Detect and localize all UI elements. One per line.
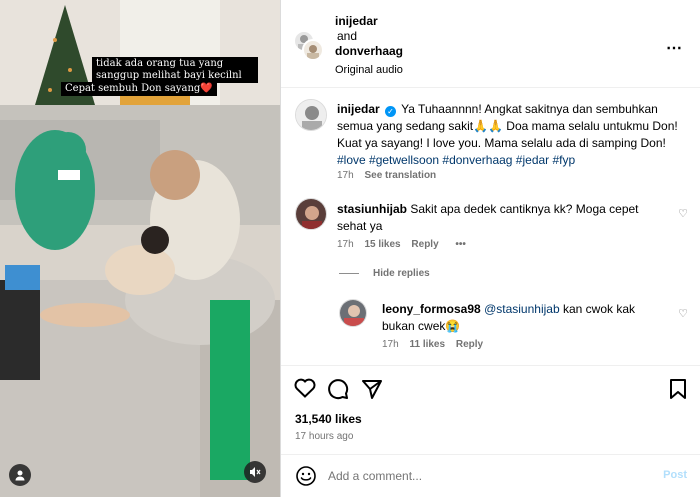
reply-comment: leony_formosa98 @stasiunhijab kan cwok k… (382, 301, 666, 335)
caption-meta: 17h See translation (337, 170, 436, 181)
more-options-icon[interactable]: ⋯ (666, 38, 683, 58)
mute-button[interactable] (244, 461, 266, 483)
reply-time: 17h (382, 339, 399, 350)
like-comment-heart-icon[interactable]: ♡ (678, 207, 688, 220)
likes-count[interactable]: 31,540 likes (295, 412, 362, 426)
share-icon[interactable] (361, 378, 383, 400)
video-caption-1: tidak ada orang tua yang sanggup melihat… (92, 57, 258, 83)
hide-replies-button[interactable]: Hide replies (373, 268, 430, 279)
comment: stasiunhijab Sakit apa dedek cantiknya k… (337, 201, 667, 235)
caption-username[interactable]: inijedar (337, 102, 380, 116)
comment-likes[interactable]: 15 likes (364, 239, 400, 250)
author-username[interactable]: inijedar (335, 14, 403, 29)
verified-icon: ✓ (385, 106, 397, 117)
like-heart-icon[interactable] (294, 378, 316, 398)
comment-reply-button[interactable]: Reply (411, 239, 438, 250)
caption-time: 17h (337, 170, 354, 181)
post-comment-button[interactable]: Post (663, 469, 687, 481)
comment-time: 17h (337, 239, 354, 250)
post-media[interactable]: tidak ada orang tua yang sanggup melihat… (0, 0, 280, 497)
audio-label[interactable]: Original audio (335, 63, 403, 78)
post-time[interactable]: 17 hours ago (295, 431, 353, 442)
collab-names: inijedar and donverhaag Original audio (335, 14, 403, 78)
collab-username[interactable]: donverhaag (335, 44, 403, 59)
comment-icon[interactable] (327, 378, 349, 400)
action-bar (281, 365, 700, 400)
tagged-users-button[interactable] (9, 464, 31, 486)
post-caption: inijedar ✓ Ya Tuhaannnn! Angkat sakitnya… (337, 101, 692, 169)
avatar[interactable] (295, 198, 327, 230)
avatar[interactable] (302, 39, 324, 61)
avatar[interactable] (295, 99, 327, 131)
avatar[interactable] (339, 299, 367, 327)
comment-input[interactable] (328, 469, 628, 483)
speaker-muted-icon (250, 467, 261, 477)
post-panel: inijedar and donverhaag Original audio ⋯… (280, 0, 700, 497)
collab-avatars[interactable] (293, 30, 325, 62)
reply-username[interactable]: leony_formosa98 (382, 302, 481, 316)
reply-mention[interactable]: @stasiunhijab (484, 302, 560, 316)
reply-likes[interactable]: 11 likes (409, 339, 445, 350)
video-caption-2: Cepat sembuh Don sayang❤️ (61, 82, 217, 96)
caption-hashtags[interactable]: #love #getwellsoon #donverhaag #jedar #f… (337, 153, 575, 167)
reply-reply-button[interactable]: Reply (456, 339, 483, 350)
post-header: inijedar and donverhaag Original audio ⋯ (281, 0, 700, 88)
comment-more-icon[interactable]: ••• (455, 239, 466, 250)
bookmark-icon[interactable] (669, 378, 687, 400)
emoji-icon[interactable] (295, 465, 317, 487)
see-translation-link[interactable]: See translation (364, 170, 436, 181)
hide-replies-line (339, 273, 359, 274)
user-icon (15, 470, 25, 481)
comment-meta: 17h 15 likes Reply ••• (337, 239, 466, 250)
and-label: and (337, 29, 358, 43)
reply-meta: 17h 11 likes Reply (382, 339, 483, 350)
comment-username[interactable]: stasiunhijab (337, 202, 407, 216)
like-reply-heart-icon[interactable]: ♡ (678, 307, 688, 320)
comment-bar: Post (281, 454, 700, 497)
